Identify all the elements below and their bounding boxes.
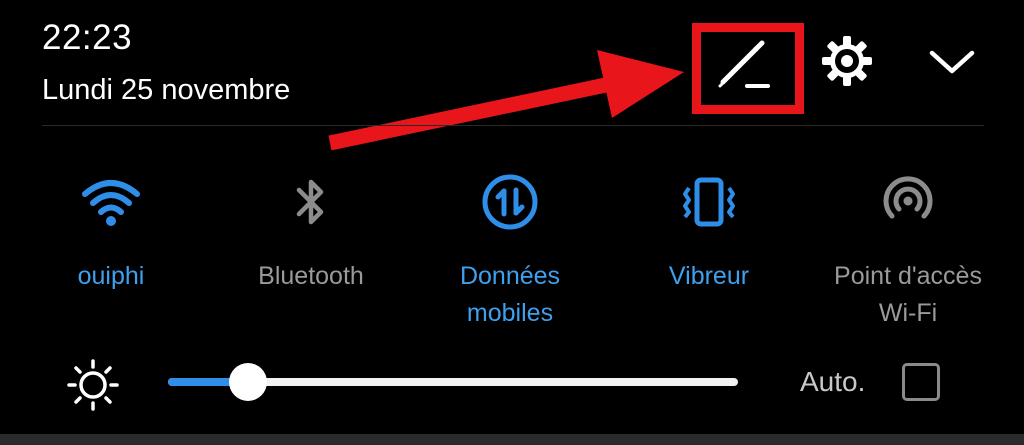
tile-mobile-data[interactable]: Données mobiles [415,170,605,332]
tile-wifi[interactable]: ouiphi [16,170,206,295]
brightness-slider-thumb[interactable] [228,363,267,401]
auto-brightness-checkbox[interactable] [902,363,940,401]
status-time: 22:23 [42,18,133,57]
annotation-highlight-box [692,23,804,114]
chevron-down-icon [929,50,975,74]
gear-icon [822,36,872,86]
status-date: Lundi 25 novembre [42,74,291,106]
brightness-slider[interactable] [168,363,738,401]
tile-mobile-data-label: Données mobiles [459,262,561,327]
wifi-icon [79,170,143,234]
tile-bluetooth-label: Bluetooth [258,262,364,290]
tile-vibrate[interactable]: Vibreur [614,170,804,295]
tile-wifi-label: ouiphi [77,262,145,290]
tile-bluetooth[interactable]: Bluetooth [216,170,406,295]
expand-panel-button[interactable] [924,36,980,88]
tile-hotspot-label: Point d'accès Wi-Fi [834,262,982,327]
brightness-icon [67,359,119,411]
hotspot-icon [876,170,940,234]
settings-button[interactable] [818,32,876,90]
vibrate-icon [677,170,741,234]
auto-brightness-label: Auto. [800,366,866,397]
mobile-data-icon [478,170,542,234]
bluetooth-icon [279,170,343,234]
bottom-edge [0,434,1024,445]
header-divider [42,125,984,126]
tile-vibrate-label: Vibreur [668,262,750,290]
tile-hotspot[interactable]: Point d'accès Wi-Fi [813,170,1003,332]
